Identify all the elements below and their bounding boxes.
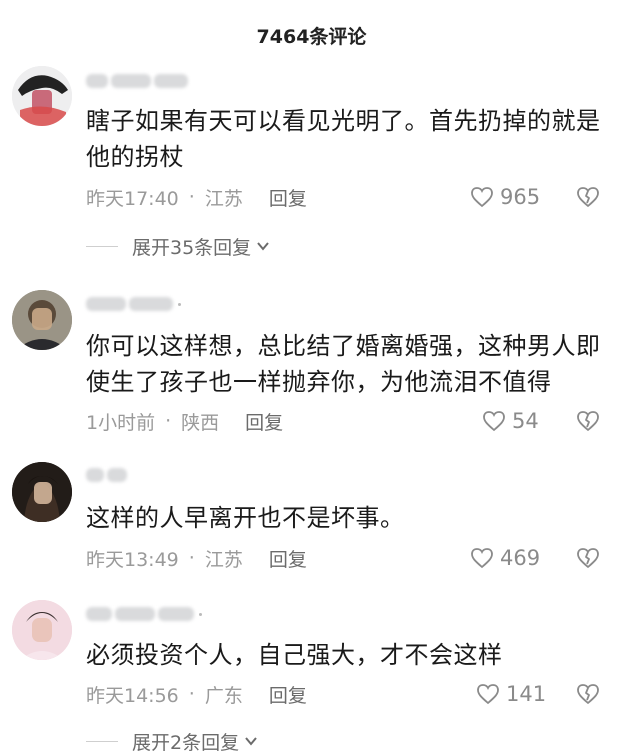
comment-time: 昨天17:40 xyxy=(86,187,179,210)
comment-meta: 昨天17:40 · 江苏 回复 xyxy=(86,182,307,212)
avatar-image xyxy=(12,290,72,350)
comment-time: 昨天14:56 xyxy=(86,684,179,707)
avatar-image xyxy=(12,66,72,126)
expand-replies-button[interactable]: 展开2条回复 xyxy=(86,726,259,756)
like-button[interactable]: 965 xyxy=(470,182,540,212)
like-count: 54 xyxy=(512,409,539,433)
comment-text: 你可以这样想，总比结了婚离婚强，这种男人即使生了孩子也一样抛弃你，为他流泪不值得 xyxy=(86,332,601,396)
heart-outline-icon xyxy=(471,548,493,569)
comments-header: 7464条评论 xyxy=(0,0,623,70)
like-button[interactable]: 141 xyxy=(476,679,546,709)
broken-heart-icon xyxy=(577,411,599,431)
reply-button[interactable]: 回复 xyxy=(269,184,307,211)
dislike-button[interactable] xyxy=(576,182,600,212)
avatar-image xyxy=(12,462,72,522)
expand-replies-label: 展开35条回复 xyxy=(132,236,252,259)
expand-replies-button[interactable]: 展开35条回复 xyxy=(86,231,271,261)
meta-separator: · xyxy=(188,683,195,705)
broken-heart-icon xyxy=(577,684,599,704)
reply-button[interactable]: 回复 xyxy=(269,681,307,708)
broken-heart-icon xyxy=(577,548,599,568)
comment-location: 江苏 xyxy=(204,187,243,210)
divider-line xyxy=(86,245,118,247)
dislike-button[interactable] xyxy=(576,679,600,709)
comment-text: 瞎子如果有天可以看见光明了。首先扔掉的就是他的拐杖 xyxy=(86,107,601,171)
dislike-button[interactable] xyxy=(576,406,600,436)
heart-outline-icon xyxy=(471,187,493,208)
comment-text: 必须投资个人，自己强大，才不会这样 xyxy=(86,641,503,669)
reply-button[interactable]: 回复 xyxy=(269,545,307,572)
reply-button[interactable]: 回复 xyxy=(245,408,283,435)
chevron-down-icon xyxy=(245,737,257,746)
avatar[interactable] xyxy=(12,66,72,126)
meta-separator: · xyxy=(165,410,172,432)
comment-count-title: 7464条评论 xyxy=(256,25,367,48)
meta-separator: · xyxy=(188,547,195,569)
like-button[interactable]: 54 xyxy=(482,406,539,436)
username-blurred[interactable] xyxy=(86,464,127,486)
broken-heart-icon xyxy=(577,187,599,207)
dislike-button[interactable] xyxy=(576,543,600,573)
comment-meta: 昨天14:56 · 广东 回复 xyxy=(86,679,307,709)
comment-meta: 昨天13:49 · 江苏 回复 xyxy=(86,543,307,573)
meta-separator: · xyxy=(188,186,195,208)
comment-location: 江苏 xyxy=(204,548,243,571)
expand-replies-label: 展开2条回复 xyxy=(132,731,240,754)
avatar-image xyxy=(12,600,72,660)
like-count: 965 xyxy=(500,185,541,209)
comment-meta: 1小时前 · 陕西 回复 xyxy=(86,406,283,436)
heart-outline-icon xyxy=(483,411,505,432)
like-count: 141 xyxy=(506,682,547,706)
avatar[interactable] xyxy=(12,290,72,350)
comment-location: 陕西 xyxy=(181,411,220,434)
like-button[interactable]: 469 xyxy=(470,543,540,573)
comment-text: 这样的人早离开也不是坏事。 xyxy=(86,504,405,532)
avatar[interactable] xyxy=(12,462,72,522)
divider-line xyxy=(86,740,118,742)
heart-outline-icon xyxy=(477,684,499,705)
username-blurred[interactable] xyxy=(86,603,202,625)
like-count: 469 xyxy=(500,546,541,570)
comment-location: 广东 xyxy=(204,684,243,707)
username-blurred[interactable] xyxy=(86,293,181,315)
avatar[interactable] xyxy=(12,600,72,660)
comment-time: 昨天13:49 xyxy=(86,548,179,571)
username-blurred[interactable] xyxy=(86,70,188,92)
comment-time: 1小时前 xyxy=(86,411,156,434)
chevron-down-icon xyxy=(257,242,269,251)
